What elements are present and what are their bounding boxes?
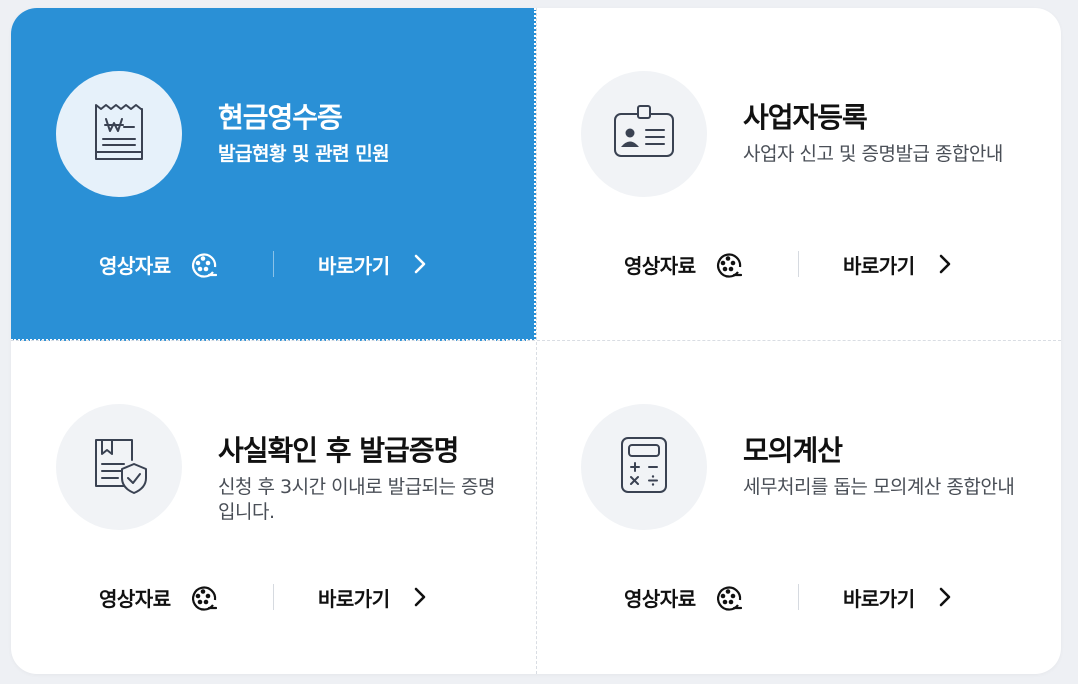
chevron-right-icon	[414, 587, 426, 607]
card-description: 발급현황 및 관련 민원	[218, 143, 390, 165]
grid-divider-horizontal	[11, 340, 1061, 341]
card-title: 모의계산	[743, 434, 843, 467]
card-description: 신청 후 3시간 이내로 발급되는 증명입니다.	[218, 476, 496, 523]
card-cash-receipt[interactable]: 현금영수증 발급현황 및 관련 민원 영상자료 바로가기	[11, 8, 536, 341]
card-business-registration[interactable]: 사업자등록 사업자 신고 및 증명발급 종합안내 영상자료 바로가기	[536, 8, 1061, 341]
card-actions: 영상자료 바로가기	[536, 242, 1061, 286]
go-button[interactable]: 바로가기	[843, 575, 951, 619]
card-title: 현금영수증	[218, 101, 343, 134]
card-actions: 영상자료 바로가기	[11, 242, 536, 286]
card-mock-calculation[interactable]: 모의계산 세무처리를 돕는 모의계산 종합안내 영상자료 바로가기	[536, 341, 1061, 674]
grid-divider-vertical	[536, 8, 537, 674]
film-reel-icon	[189, 583, 217, 611]
icon-circle	[581, 404, 707, 530]
card-actions: 영상자료 바로가기	[11, 575, 536, 619]
go-button[interactable]: 바로가기	[318, 242, 426, 286]
go-button[interactable]: 바로가기	[318, 575, 426, 619]
card-fact-confirmation[interactable]: 사실확인 후 발급증명 신청 후 3시간 이내로 발급되는 증명입니다. 영상자…	[11, 341, 536, 674]
card-description: 사업자 신고 및 증명발급 종합안내	[743, 143, 1003, 165]
video-button-label: 영상자료	[99, 586, 171, 611]
go-button-label: 바로가기	[843, 586, 915, 611]
icon-circle	[56, 404, 182, 530]
film-reel-icon	[714, 583, 742, 611]
video-button[interactable]: 영상자료	[99, 575, 217, 619]
card-description: 세무처리를 돕는 모의계산 종합안내	[743, 476, 1015, 498]
video-button-label: 영상자료	[624, 253, 696, 278]
chevron-right-icon	[939, 254, 951, 274]
service-panel: 현금영수증 발급현황 및 관련 민원 영상자료 바로가기 사업자등록 사업자 신…	[11, 8, 1061, 674]
divider	[798, 584, 799, 610]
go-button-label: 바로가기	[318, 586, 390, 611]
go-button-label: 바로가기	[318, 253, 390, 278]
receipt-won-icon	[91, 101, 147, 167]
icon-circle	[56, 71, 182, 197]
chevron-right-icon	[939, 587, 951, 607]
icon-circle	[581, 71, 707, 197]
card-title: 사실확인 후 발급증명	[218, 434, 459, 467]
calculator-icon	[618, 435, 670, 499]
chevron-right-icon	[414, 254, 426, 274]
go-button[interactable]: 바로가기	[843, 242, 951, 286]
divider	[273, 584, 274, 610]
go-button-label: 바로가기	[843, 253, 915, 278]
card-actions: 영상자료 바로가기	[536, 575, 1061, 619]
divider	[798, 251, 799, 277]
card-title: 사업자등록	[743, 101, 868, 134]
divider	[273, 251, 274, 277]
film-reel-icon	[714, 250, 742, 278]
id-card-icon	[612, 104, 676, 164]
video-button[interactable]: 영상자료	[624, 575, 742, 619]
certified-document-icon	[88, 434, 150, 500]
video-button[interactable]: 영상자료	[99, 242, 217, 286]
video-button-label: 영상자료	[99, 253, 171, 278]
video-button[interactable]: 영상자료	[624, 242, 742, 286]
film-reel-icon	[189, 250, 217, 278]
video-button-label: 영상자료	[624, 586, 696, 611]
